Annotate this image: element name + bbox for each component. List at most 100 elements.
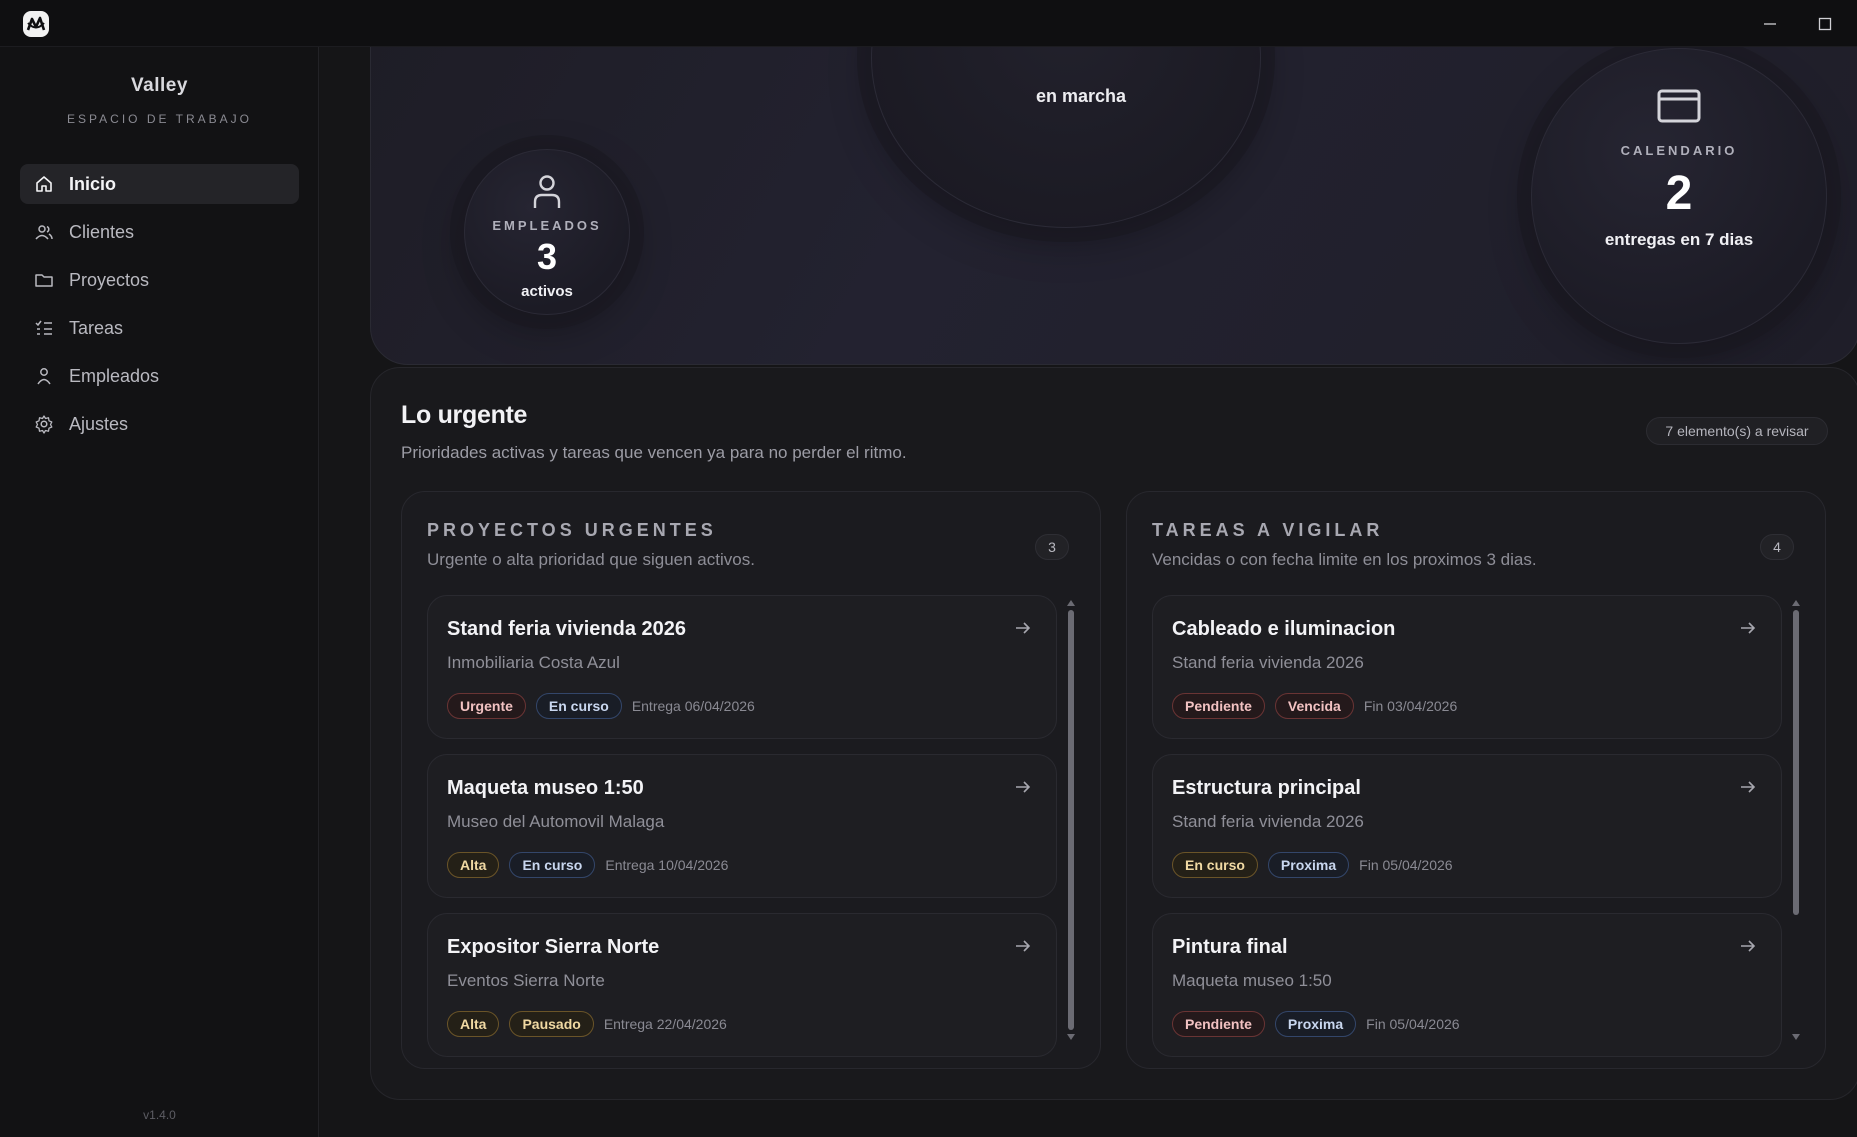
urgent-projects-panel: PROYECTOS URGENTES Urgente o alta priori… (401, 491, 1101, 1069)
workspace-label: ESPACIO DE TRABAJO (67, 112, 252, 126)
employees-stat[interactable]: EMPLEADOS 3 activos (464, 149, 630, 315)
urgent-section: Lo urgente Prioridades activas y tareas … (370, 367, 1857, 1100)
due-date: Entrega 06/04/2026 (631, 698, 755, 714)
priority-tag: Urgente (447, 693, 526, 719)
card-title: Cableado e iluminacion (1172, 618, 1396, 640)
calendar-icon (1657, 89, 1701, 123)
person-icon (533, 175, 561, 208)
card-subtitle: Stand feria vivienda 2026 (1172, 812, 1364, 831)
task-card[interactable]: Cableado e iluminacion Stand feria vivie… (1152, 595, 1782, 739)
status-tag: En curso (1172, 852, 1258, 878)
card-title: Expositor Sierra Norte (447, 936, 660, 958)
sidebar-item-label: Proyectos (69, 269, 150, 290)
active-projects-sub: en marcha (1035, 86, 1127, 106)
panel-subtitle: Vencidas o con fecha limite en los proxi… (1152, 550, 1537, 569)
calendar-stat[interactable]: CALENDARIO 2 entregas en 7 dias (1531, 48, 1827, 344)
brand-name: Valley (131, 75, 188, 96)
status-tag: En curso (509, 852, 596, 878)
panel-heading: PROYECTOS URGENTES (427, 520, 717, 540)
task-list: Cableado e iluminacion Stand feria vivie… (1152, 595, 1782, 1068)
projects-scrollbar[interactable] (1067, 600, 1075, 1040)
users-icon (35, 225, 53, 240)
status-tag: Pendiente (1172, 693, 1265, 719)
scroll-up-icon[interactable] (1067, 600, 1075, 606)
sidebar-item-empleados[interactable]: Empleados (20, 356, 299, 396)
due-date: Entrega 22/04/2026 (603, 1016, 727, 1032)
due-date: Fin 05/04/2026 (1359, 857, 1453, 873)
home-icon (36, 176, 52, 192)
tasks-scrollbar[interactable] (1792, 600, 1800, 1040)
sidebar-item-proyectos[interactable]: Proyectos (20, 260, 299, 300)
folder-icon (35, 274, 53, 287)
deadline-tag: Proxima (1267, 852, 1350, 878)
arrow-right-icon[interactable] (1013, 777, 1033, 797)
maximize-icon[interactable] (1813, 12, 1837, 36)
due-date: Fin 05/04/2026 (1366, 1016, 1460, 1032)
card-title: Maqueta museo 1:50 (447, 777, 644, 799)
card-subtitle: Inmobiliaria Costa Azul (447, 653, 620, 672)
due-date: Fin 03/04/2026 (1363, 698, 1458, 714)
scroll-thumb[interactable] (1068, 610, 1074, 1030)
section-title: Lo urgente (401, 401, 528, 429)
user-icon (37, 368, 51, 385)
scroll-thumb[interactable] (1793, 610, 1799, 915)
active-projects-circle (871, 47, 1261, 228)
priority-tag: Alta (447, 852, 500, 878)
review-count-badge: 7 elemento(s) a revisar (1646, 417, 1828, 445)
card-title: Estructura principal (1172, 777, 1361, 799)
sidebar-item-tareas[interactable]: Tareas (20, 308, 299, 348)
card-subtitle: Museo del Automovil Malaga (447, 812, 665, 831)
scroll-up-icon[interactable] (1792, 600, 1800, 606)
section-subtitle: Prioridades activas y tareas que vencen … (401, 443, 907, 462)
arrow-right-icon[interactable] (1013, 936, 1033, 956)
task-card[interactable]: Estructura principal Stand feria viviend… (1152, 754, 1782, 898)
gear-icon (35, 415, 53, 434)
deadline-tag: Proxima (1274, 1011, 1357, 1037)
card-subtitle: Stand feria vivienda 2026 (1172, 653, 1364, 672)
main-content[interactable]: en marcha EMPLEADOS 3 activos CALENDARIO… (320, 47, 1857, 1137)
sidebar-item-label: Ajustes (69, 413, 129, 434)
project-card[interactable]: Expositor Sierra Norte Eventos Sierra No… (427, 913, 1057, 1057)
employees-value: 3 (536, 236, 558, 277)
checklist-icon (35, 320, 52, 335)
calendar-label: CALENDARIO (1620, 143, 1738, 158)
card-subtitle: Eventos Sierra Norte (447, 971, 605, 990)
scroll-down-icon[interactable] (1067, 1034, 1075, 1040)
project-card[interactable]: Maqueta museo 1:50 Museo del Automovil M… (427, 754, 1057, 898)
title-bar (0, 0, 1857, 47)
calendar-value: 2 (1665, 167, 1693, 220)
sidebar-item-clientes[interactable]: Clientes (20, 212, 299, 252)
sidebar-item-label: Tareas (69, 317, 124, 338)
hero-panel: en marcha EMPLEADOS 3 activos CALENDARIO… (370, 47, 1857, 365)
card-subtitle: Maqueta museo 1:50 (1172, 971, 1332, 990)
sidebar-item-label: Clientes (69, 221, 135, 242)
panel-subtitle: Urgente o alta prioridad que siguen acti… (427, 550, 755, 569)
scroll-down-icon[interactable] (1792, 1034, 1800, 1040)
panel-heading: TAREAS A VIGILAR (1152, 520, 1384, 540)
card-title: Pintura final (1172, 936, 1288, 958)
due-date: Entrega 10/04/2026 (605, 857, 729, 873)
panel-count-badge: 3 (1035, 534, 1069, 560)
deadline-tag: Vencida (1274, 693, 1354, 719)
status-tag: Pausado (509, 1011, 594, 1037)
arrow-right-icon[interactable] (1013, 618, 1033, 638)
version-label: v1.4.0 (143, 1108, 176, 1122)
arrow-right-icon[interactable] (1738, 777, 1758, 797)
app-logo-icon (23, 11, 49, 37)
task-card[interactable]: Pintura final Maqueta museo 1:50 Pendien… (1152, 913, 1782, 1057)
employees-label: EMPLEADOS (492, 218, 602, 233)
project-card[interactable]: Stand feria vivienda 2026 Inmobiliaria C… (427, 595, 1057, 739)
project-list: Stand feria vivienda 2026 Inmobiliaria C… (427, 595, 1057, 1068)
employees-sub: activos (521, 283, 573, 300)
calendar-sub: entregas en 7 dias (1604, 230, 1754, 249)
watch-tasks-panel: TAREAS A VIGILAR Vencidas o con fecha li… (1126, 491, 1826, 1069)
minimize-icon[interactable] (1758, 12, 1782, 36)
arrow-right-icon[interactable] (1738, 936, 1758, 956)
sidebar: Valley ESPACIO DE TRABAJO Inicio Cliente… (0, 47, 319, 1137)
sidebar-item-inicio[interactable]: Inicio (20, 164, 299, 204)
sidebar-item-ajustes[interactable]: Ajustes (20, 404, 299, 444)
arrow-right-icon[interactable] (1738, 618, 1758, 638)
sidebar-item-label: Inicio (69, 173, 117, 194)
status-tag: Pendiente (1172, 1011, 1265, 1037)
priority-tag: Alta (447, 1011, 500, 1037)
